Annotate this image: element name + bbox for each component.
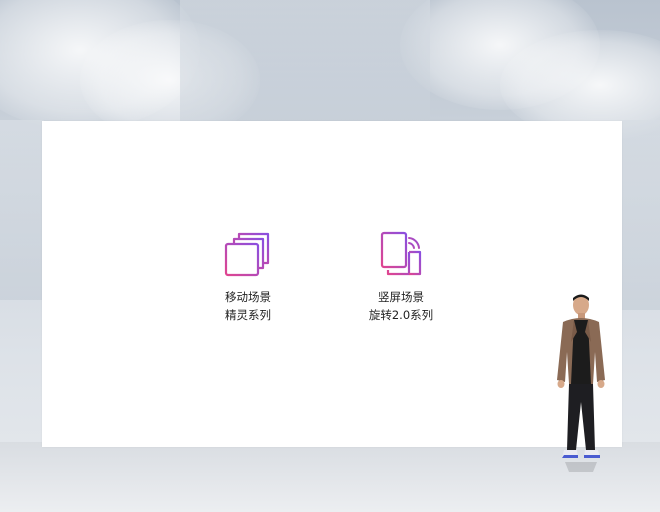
feature-mobile-scene: 移动场景 精灵系列 (183, 230, 313, 324)
feature-title: 竖屏场景 (378, 290, 424, 304)
feature-title: 移动场景 (225, 290, 271, 304)
feature-portrait-scene: 竖屏场景 旋转2.0系列 (336, 230, 466, 324)
background-wall-left (0, 120, 44, 300)
stacked-cards-icon (224, 232, 270, 277)
presentation-stage: 移动场景 精灵系列 竖屏场景 旋转2.0系列 (0, 0, 660, 512)
portrait-rotation-icon (380, 231, 422, 276)
presenter-figure (557, 294, 605, 472)
background-wall-center (180, 0, 430, 122)
presentation-screen: 移动场景 精灵系列 竖屏场景 旋转2.0系列 (42, 121, 622, 447)
background-wall-right (622, 120, 660, 310)
feature-subtitle: 旋转2.0系列 (368, 308, 434, 322)
feature-subtitle: 精灵系列 (225, 308, 271, 322)
